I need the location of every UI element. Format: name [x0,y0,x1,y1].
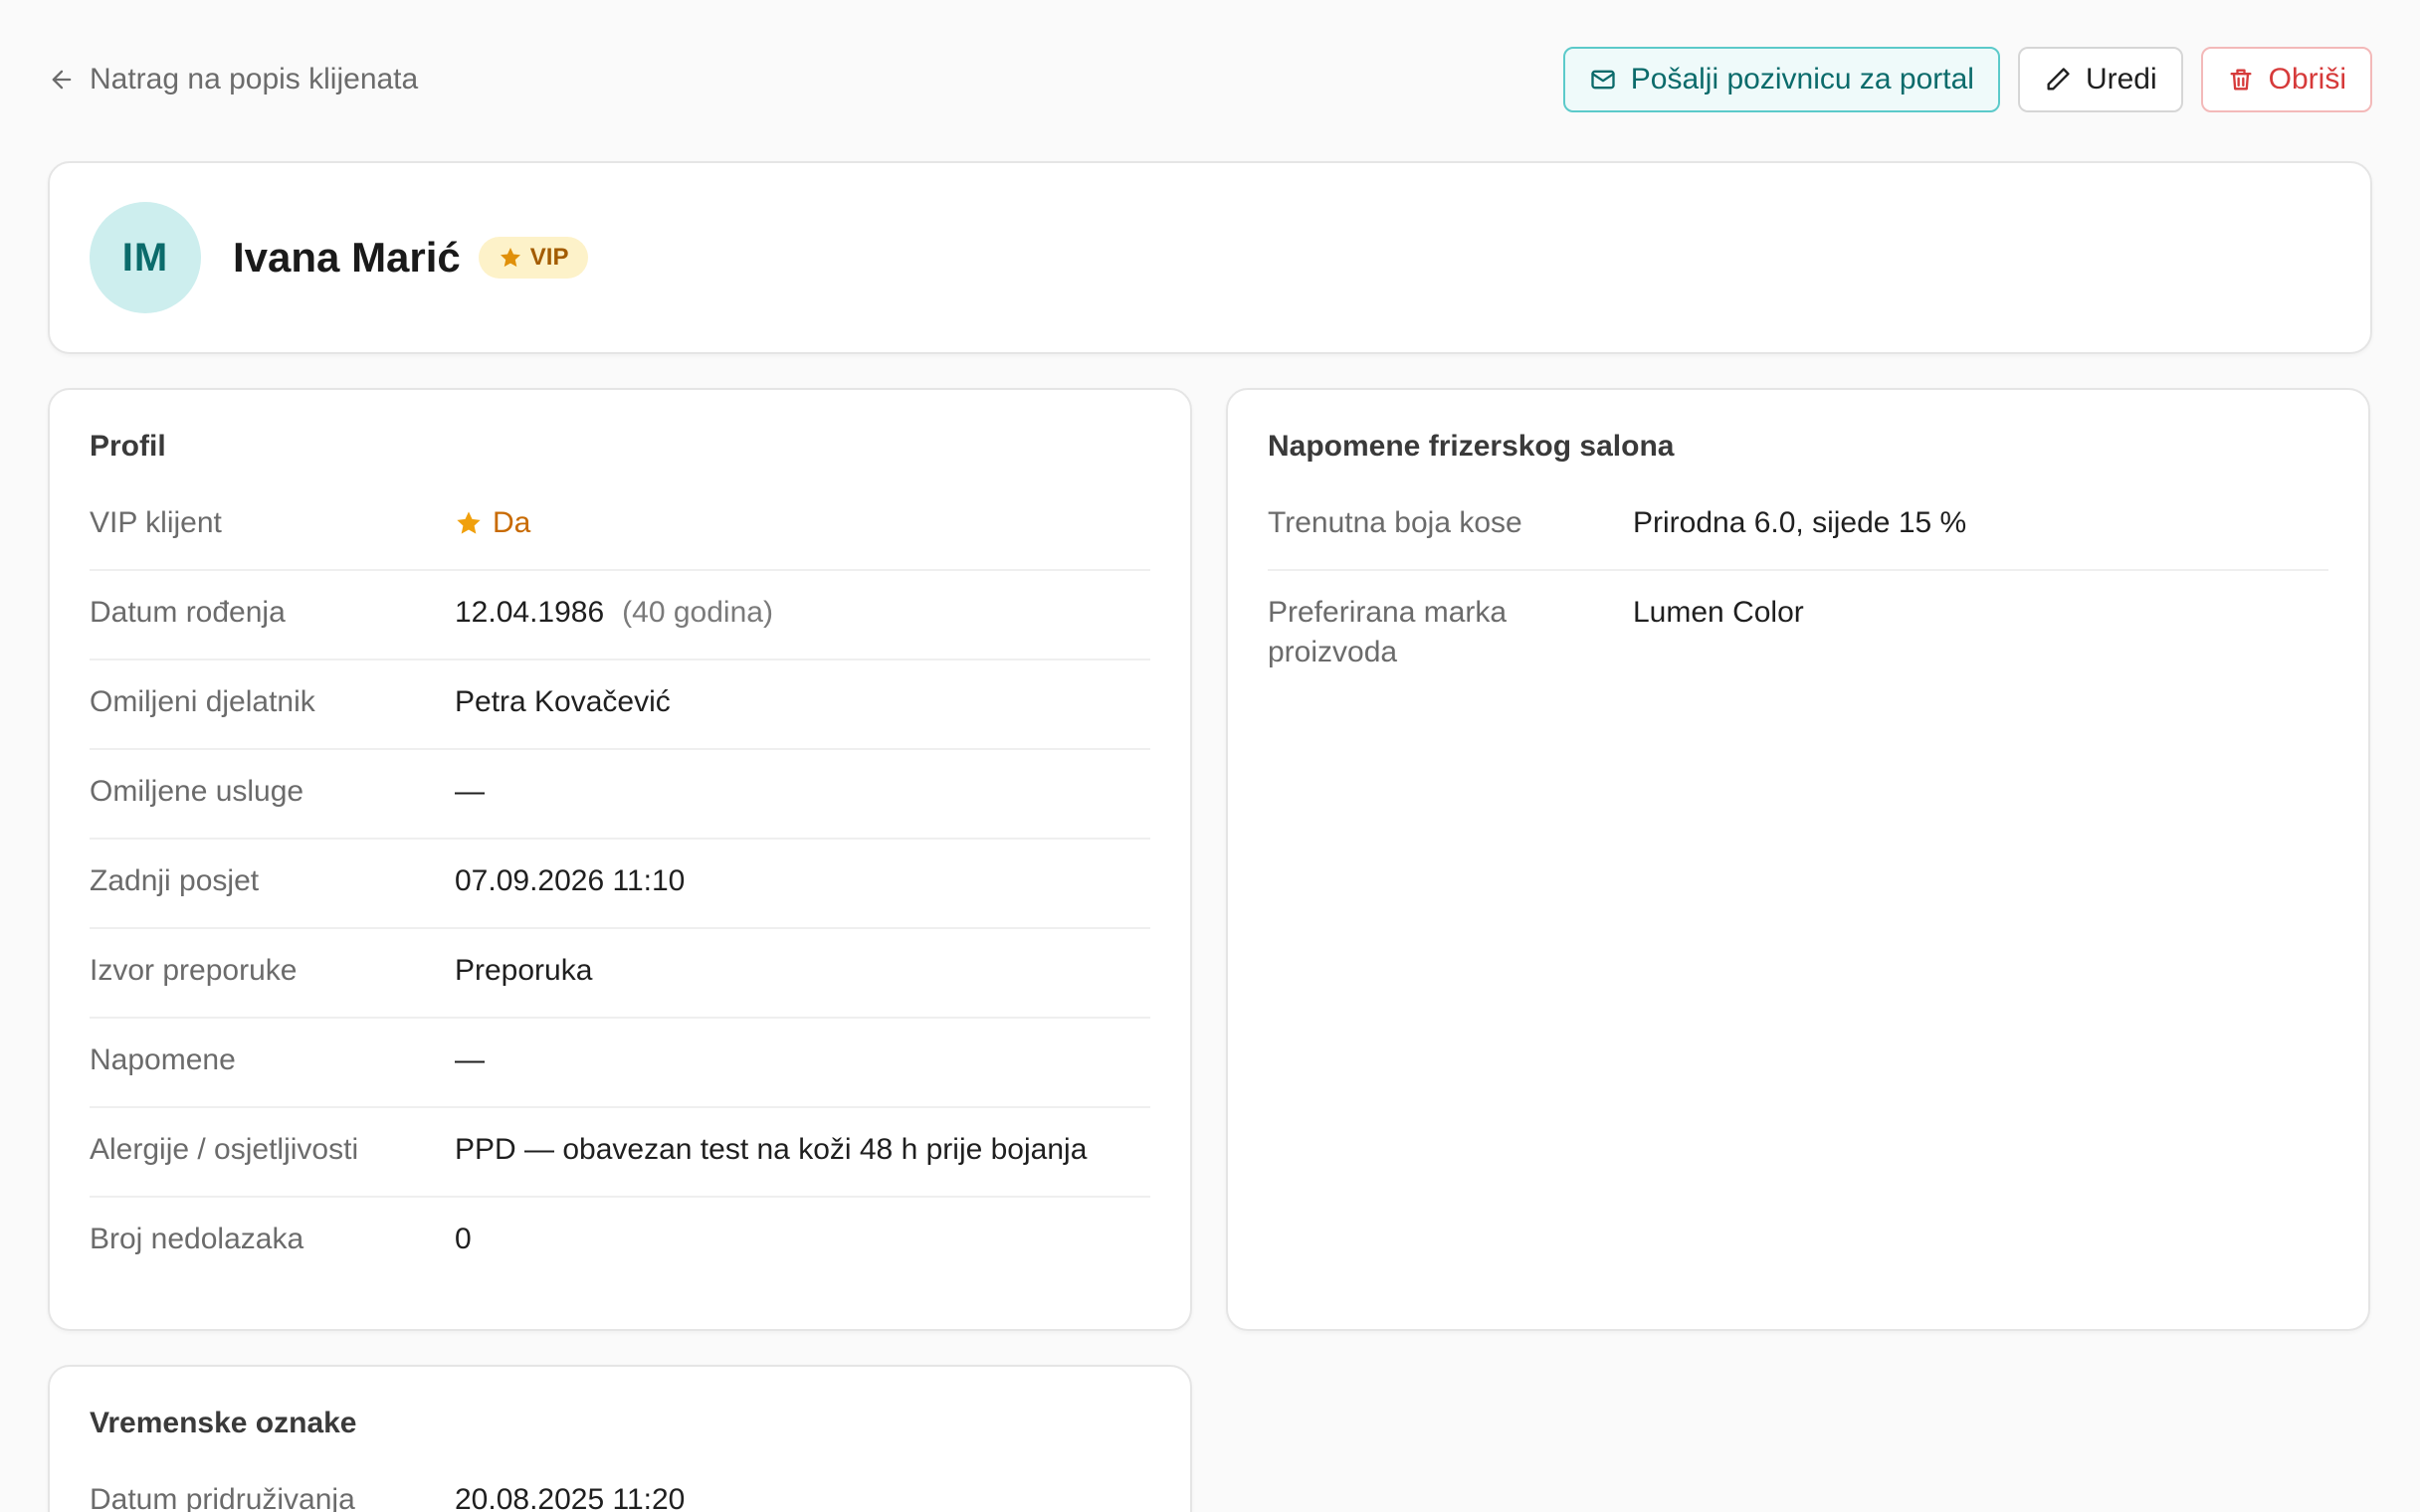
row-label: Datum rođenja [90,596,286,629]
row-label: Izvor preporuke [90,954,298,987]
header-actions: Pošalji pozivnicu za portal Uredi Obriši [1562,47,2372,112]
mail-icon [1591,70,1615,90]
client-name: Ivana Marić [233,234,461,281]
row-value: 0 [455,1223,472,1255]
timestamps-card: Vremenske oznake Datum pridruživanja 20.… [48,1365,1192,1512]
timestamps-card-title: Vremenske oznake [90,1407,357,1439]
row-label: Omiljeni djelatnik [90,685,315,718]
delete-button[interactable]: Obriši [2200,47,2372,112]
birthdate-value: 12.04.1986 [455,596,605,629]
salon-row-hair-color: Trenutna boja kose Prirodna 6.0, sijede … [1268,481,2328,571]
star-icon [457,511,481,534]
profile-card: Profil VIP klijent Da Datum rođenja 12.0… [48,388,1192,1331]
row-value: — [455,775,485,808]
vip-value: Da [493,506,531,539]
edit-button-label: Uredi [2085,63,2157,95]
vip-badge: VIP [478,237,589,279]
profile-row-vip: VIP klijent Da [90,481,1150,571]
arrow-left-icon [52,70,72,90]
invite-button-label: Pošalji pozivnicu za portal [1630,63,1974,95]
row-value: Petra Kovačević [455,685,671,718]
row-label: Broj nedolazaka [90,1223,304,1255]
row-value: Prirodna 6.0, sijede 15 % [1633,506,1967,539]
row-label: Alergije / osjetljivosti [90,1133,359,1166]
avatar: IM [90,202,201,313]
back-link-label: Natrag na popis klijenata [90,63,419,95]
profile-row-favorite-staff: Omiljeni djelatnik Petra Kovačević [90,661,1150,750]
row-value: Preporuka [455,954,593,987]
row-value: — [455,1043,485,1076]
profile-row-notes: Napomene — [90,1019,1150,1108]
age-value: (40 godina) [622,596,773,629]
row-label: Trenutna boja kose [1268,506,1522,539]
row-value: 07.09.2026 11:10 [455,864,686,897]
timestamps-row-joined: Datum pridruživanja 20.08.2025 11:20 [90,1458,1150,1512]
profile-row-referral-source: Izvor preporuke Preporuka [90,929,1150,1019]
star-icon [500,248,520,268]
send-portal-invite-button[interactable]: Pošalji pozivnicu za portal [1562,47,2000,112]
row-value: 12.04.1986 (40 godina) [455,593,1150,633]
row-value: PPD — obavezan test na koži 48 h prije b… [455,1133,1088,1166]
vip-badge-label: VIP [529,244,569,271]
row-value: Da [455,503,1150,543]
row-label: Napomene [90,1043,236,1076]
row-label: Datum pridruživanja [90,1483,355,1512]
profile-row-allergies: Alergije / osjetljivosti PPD — obavezan … [90,1108,1150,1198]
row-value: Lumen Color [1633,596,1804,629]
detail-grid: Profil VIP klijent Da Datum rođenja 12.0… [48,388,2372,1331]
salon-notes-card-title: Napomene frizerskog salona [1268,430,1675,463]
profile-row-birthdate: Datum rođenja 12.04.1986 (40 godina) [90,571,1150,661]
profile-row-favorite-services: Omiljene usluge — [90,750,1150,840]
salon-row-product-brand: Preferirana marka proizvoda Lumen Color [1268,571,2328,694]
row-label: VIP klijent [90,506,222,539]
row-label: Zadnji posjet [90,864,260,897]
client-header-card: IM Ivana Marić VIP [48,161,2372,354]
row-label: Preferirana marka proizvoda [1268,596,1508,668]
row-label: Omiljene usluge [90,775,304,808]
row-value: 20.08.2025 11:20 [455,1483,686,1512]
top-bar: Natrag na popis klijenata Pošalji pozivn… [48,0,2372,161]
profile-row-no-shows: Broj nedolazaka 0 [90,1198,1150,1287]
trash-icon [2230,69,2252,91]
delete-button-label: Obriši [2268,63,2346,95]
salon-notes-card: Napomene frizerskog salona Trenutna boja… [1226,388,2370,1331]
back-to-client-list-link[interactable]: Natrag na popis klijenata [48,63,418,96]
pencil-icon [2047,68,2070,91]
profile-row-last-visit: Zadnji posjet 07.09.2026 11:10 [90,840,1150,929]
client-detail-page: Natrag na popis klijenata Pošalji pozivn… [0,0,2420,1512]
edit-button[interactable]: Uredi [2017,47,2183,112]
profile-card-title: Profil [90,430,166,463]
